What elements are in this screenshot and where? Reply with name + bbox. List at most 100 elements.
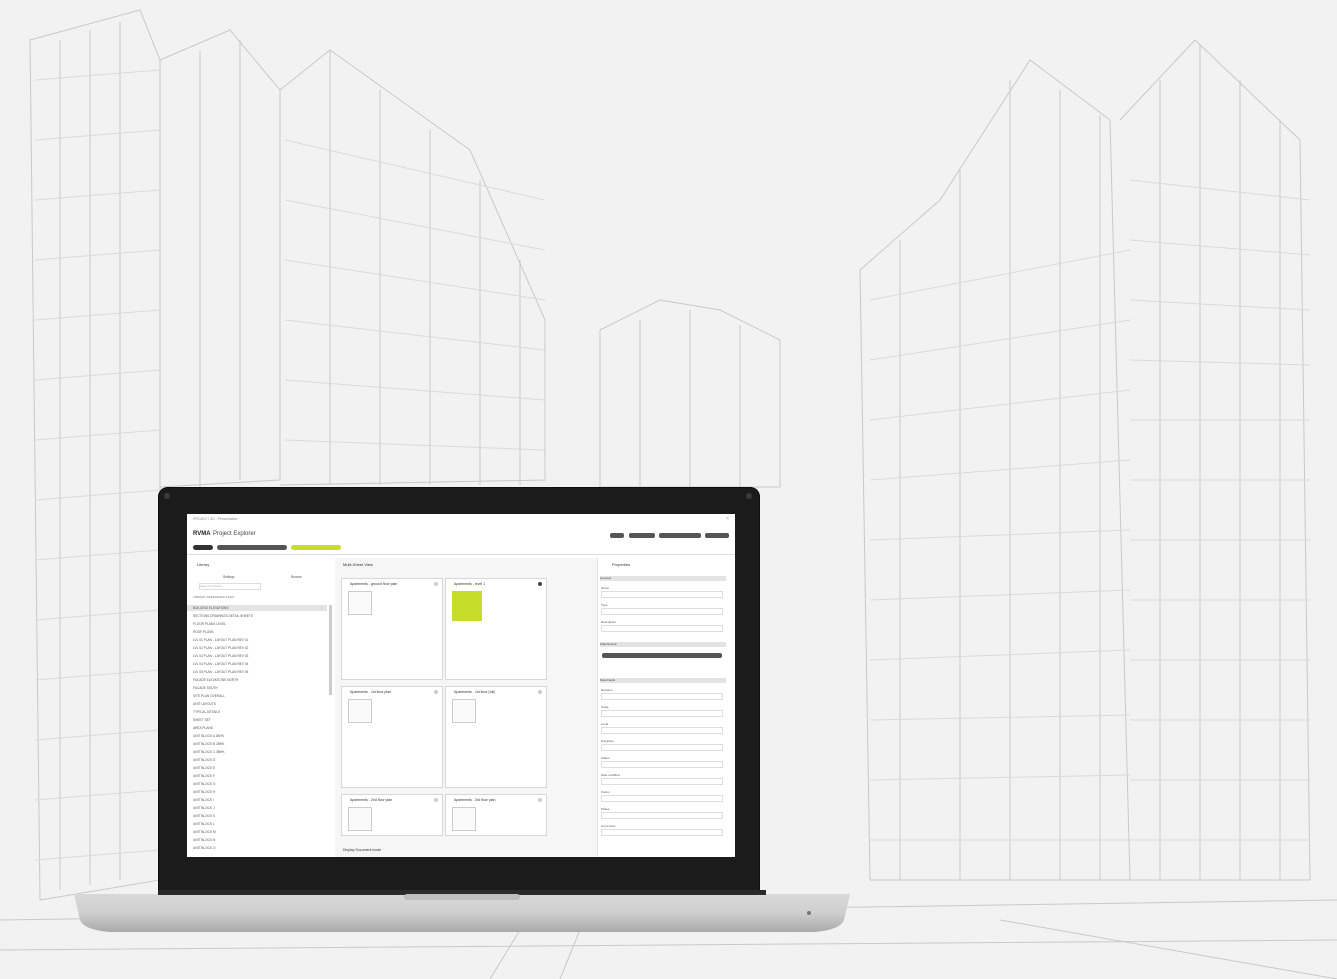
library-item[interactable]: LVL 04 PLAN - LAYOUT PLAN REV 04	[193, 662, 248, 666]
window-title: PROJECT 3D - Presentation	[193, 517, 238, 521]
library-item[interactable]: UNIT BLOCK E	[193, 766, 215, 770]
property-field[interactable]	[601, 591, 723, 598]
library-item[interactable]: UNIT BLOCK M	[193, 830, 216, 834]
sheet-card[interactable]: Apartments - level 1	[445, 578, 547, 680]
sheet-card[interactable]: Apartments - 1st floor (full)	[445, 686, 547, 788]
property-field[interactable]	[601, 812, 723, 819]
close-icon[interactable]: ×	[726, 516, 729, 522]
laptop: PROJECT 3D - Presentation × RVMA Project…	[0, 0, 1337, 979]
library-item[interactable]: AREA PLANS	[193, 726, 213, 730]
library-item[interactable]: UNIT BLOCK D	[193, 758, 215, 762]
group-general[interactable]: General	[600, 576, 726, 581]
property-field[interactable]	[601, 693, 723, 700]
library-item[interactable]: LVL 02 PLAN - LAYOUT PLAN REV 02	[193, 646, 248, 650]
property-label: Revision	[601, 688, 613, 692]
library-item[interactable]: UNIT BLOCK N	[193, 838, 215, 842]
library-title: Library	[197, 562, 210, 567]
properties-panel: Properties General Attachments Data Fiel…	[597, 558, 735, 857]
tab-settings[interactable]: Settings	[223, 575, 235, 579]
expand-icon[interactable]	[434, 798, 438, 802]
property-field[interactable]	[601, 795, 723, 802]
library-item[interactable]: UNIT LAYOUTS	[193, 702, 216, 706]
sheet-card-title: Apartments - 1st floor (full)	[454, 690, 496, 694]
property-label: Level	[601, 722, 609, 726]
section-label: LIBRARY REFERENCE FILES	[193, 595, 235, 599]
library-item[interactable]: UNIT BLOCK J	[193, 806, 215, 810]
library-item[interactable]: UNIT BLOCK C 3BHK	[193, 750, 224, 754]
library-item[interactable]: TYPICAL DETAILS	[193, 710, 220, 714]
sheet-card-title: Apartments - 1st floor plan	[350, 690, 392, 694]
sheet-card-title: Apartments - 3rd floor plan	[454, 798, 496, 802]
library-item[interactable]: SHEET SET	[193, 718, 211, 722]
library-item[interactable]: ROOF PLANS	[193, 630, 214, 634]
property-field[interactable]	[601, 829, 723, 836]
sheet-card[interactable]: Apartments - ground floor plan	[341, 578, 443, 680]
group-data-fields[interactable]: Data Fields	[600, 678, 726, 683]
camera-icon	[746, 493, 752, 499]
property-field[interactable]	[601, 761, 723, 768]
breadcrumb-auto[interactable]	[291, 545, 341, 550]
expand-icon[interactable]	[434, 690, 438, 694]
property-field[interactable]	[601, 710, 723, 717]
library-item[interactable]: UNIT BLOCK L	[193, 822, 215, 826]
scrollbar[interactable]	[329, 605, 332, 695]
breadcrumb-sheets[interactable]	[217, 545, 287, 550]
library-item[interactable]: UNIT BLOCK F	[193, 774, 215, 778]
library-item[interactable]: UNIT BLOCK K	[193, 814, 215, 818]
library-item[interactable]: LVL 03 PLAN - LAYOUT PLAN REV 03	[193, 654, 248, 658]
search-input[interactable]: Search in library	[199, 583, 261, 590]
sheet-card[interactable]: Apartments - 2nd floor plan	[341, 794, 443, 836]
page-title: Project Explorer	[213, 531, 256, 537]
property-label: Phase	[601, 807, 610, 811]
property-field[interactable]	[601, 608, 723, 615]
attachment-bar[interactable]	[602, 653, 722, 658]
library-item[interactable]: FACADE ELEVATIONS NORTH	[193, 678, 238, 682]
library-item[interactable]: UNIT BLOCK A 1BHK	[193, 734, 224, 738]
center-title: Multi-Sheet View	[343, 562, 373, 567]
app-screen: PROJECT 3D - Presentation × RVMA Project…	[187, 514, 735, 857]
sheet-thumbnail[interactable]	[348, 807, 372, 831]
library-item[interactable]: UNIT BLOCK H	[193, 790, 215, 794]
settings-button[interactable]	[705, 533, 729, 538]
library-item[interactable]: UNIT BLOCK I	[193, 798, 214, 802]
new-button[interactable]	[610, 533, 624, 538]
property-label: Date modified	[601, 773, 620, 777]
library-item[interactable]: UNIT BLOCK B 2BHK	[193, 742, 224, 746]
expand-icon[interactable]	[434, 582, 438, 586]
expand-icon[interactable]	[538, 690, 542, 694]
sheet-card-title: Apartments - ground floor plan	[350, 582, 398, 586]
library-item[interactable]: UNIT BLOCK O	[193, 846, 215, 850]
close-icon[interactable]	[538, 582, 542, 586]
sheet-thumbnail[interactable]	[452, 591, 482, 621]
library-item[interactable]: FLOOR PLANS LEVEL	[193, 622, 226, 626]
library-item[interactable]: SECTIONS DRAWINGS DETAIL SHEETS	[193, 614, 253, 618]
property-label: Description	[601, 620, 617, 624]
sheet-thumbnail[interactable]	[452, 699, 476, 723]
property-label: Scale	[601, 705, 609, 709]
tab-browse[interactable]: Browse	[291, 575, 302, 579]
expand-icon[interactable]	[538, 798, 542, 802]
property-field[interactable]	[601, 625, 723, 632]
property-field[interactable]	[601, 778, 723, 785]
group-attachments[interactable]: Attachments	[600, 642, 726, 647]
library-item[interactable]: FACADE SOUTH	[193, 686, 218, 690]
app-header: PROJECT 3D - Presentation × RVMA Project…	[187, 514, 735, 555]
sheet-card[interactable]: Apartments - 1st floor plan	[341, 686, 443, 788]
sheet-card[interactable]: Apartments - 3rd floor plan	[445, 794, 547, 836]
multi-sheet-area: Multi-Sheet View Apartments - ground flo…	[335, 558, 597, 857]
library-item[interactable]: SITE PLAN OVERALL	[193, 694, 225, 698]
library-item[interactable]: LVL 05 PLAN - LAYOUT PLAN REV 05	[193, 670, 248, 674]
sheet-thumbnail[interactable]	[452, 807, 476, 831]
import-button[interactable]	[629, 533, 655, 538]
library-item[interactable]: BUILDING ELEVATIONS	[193, 606, 228, 610]
property-field[interactable]	[601, 744, 723, 751]
property-field[interactable]	[601, 727, 723, 734]
property-label: Status	[601, 756, 610, 760]
property-label: Discipline	[601, 739, 614, 743]
library-item[interactable]: UNIT BLOCK G	[193, 782, 215, 786]
sheet-thumbnail[interactable]	[348, 591, 372, 615]
breadcrumb-all[interactable]	[193, 545, 213, 550]
library-item[interactable]: LVL 01 PLAN - LAYOUT PLAN REV 01	[193, 638, 248, 642]
export-button[interactable]	[659, 533, 701, 538]
sheet-thumbnail[interactable]	[348, 699, 372, 723]
